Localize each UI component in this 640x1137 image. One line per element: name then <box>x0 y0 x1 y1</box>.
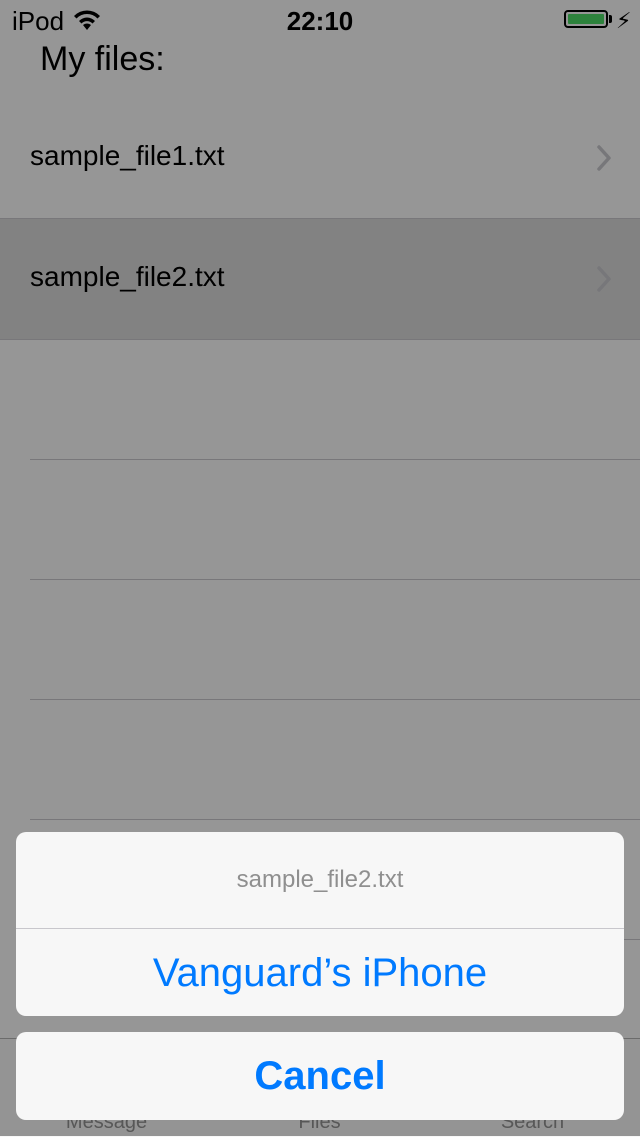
cancel-button[interactable]: Cancel <box>16 1032 624 1120</box>
action-sheet-title: sample_file2.txt <box>16 832 624 929</box>
action-sheet: sample_file2.txt Vanguard’s iPhone <box>16 832 624 1016</box>
device-action-button[interactable]: Vanguard’s iPhone <box>16 929 624 1016</box>
